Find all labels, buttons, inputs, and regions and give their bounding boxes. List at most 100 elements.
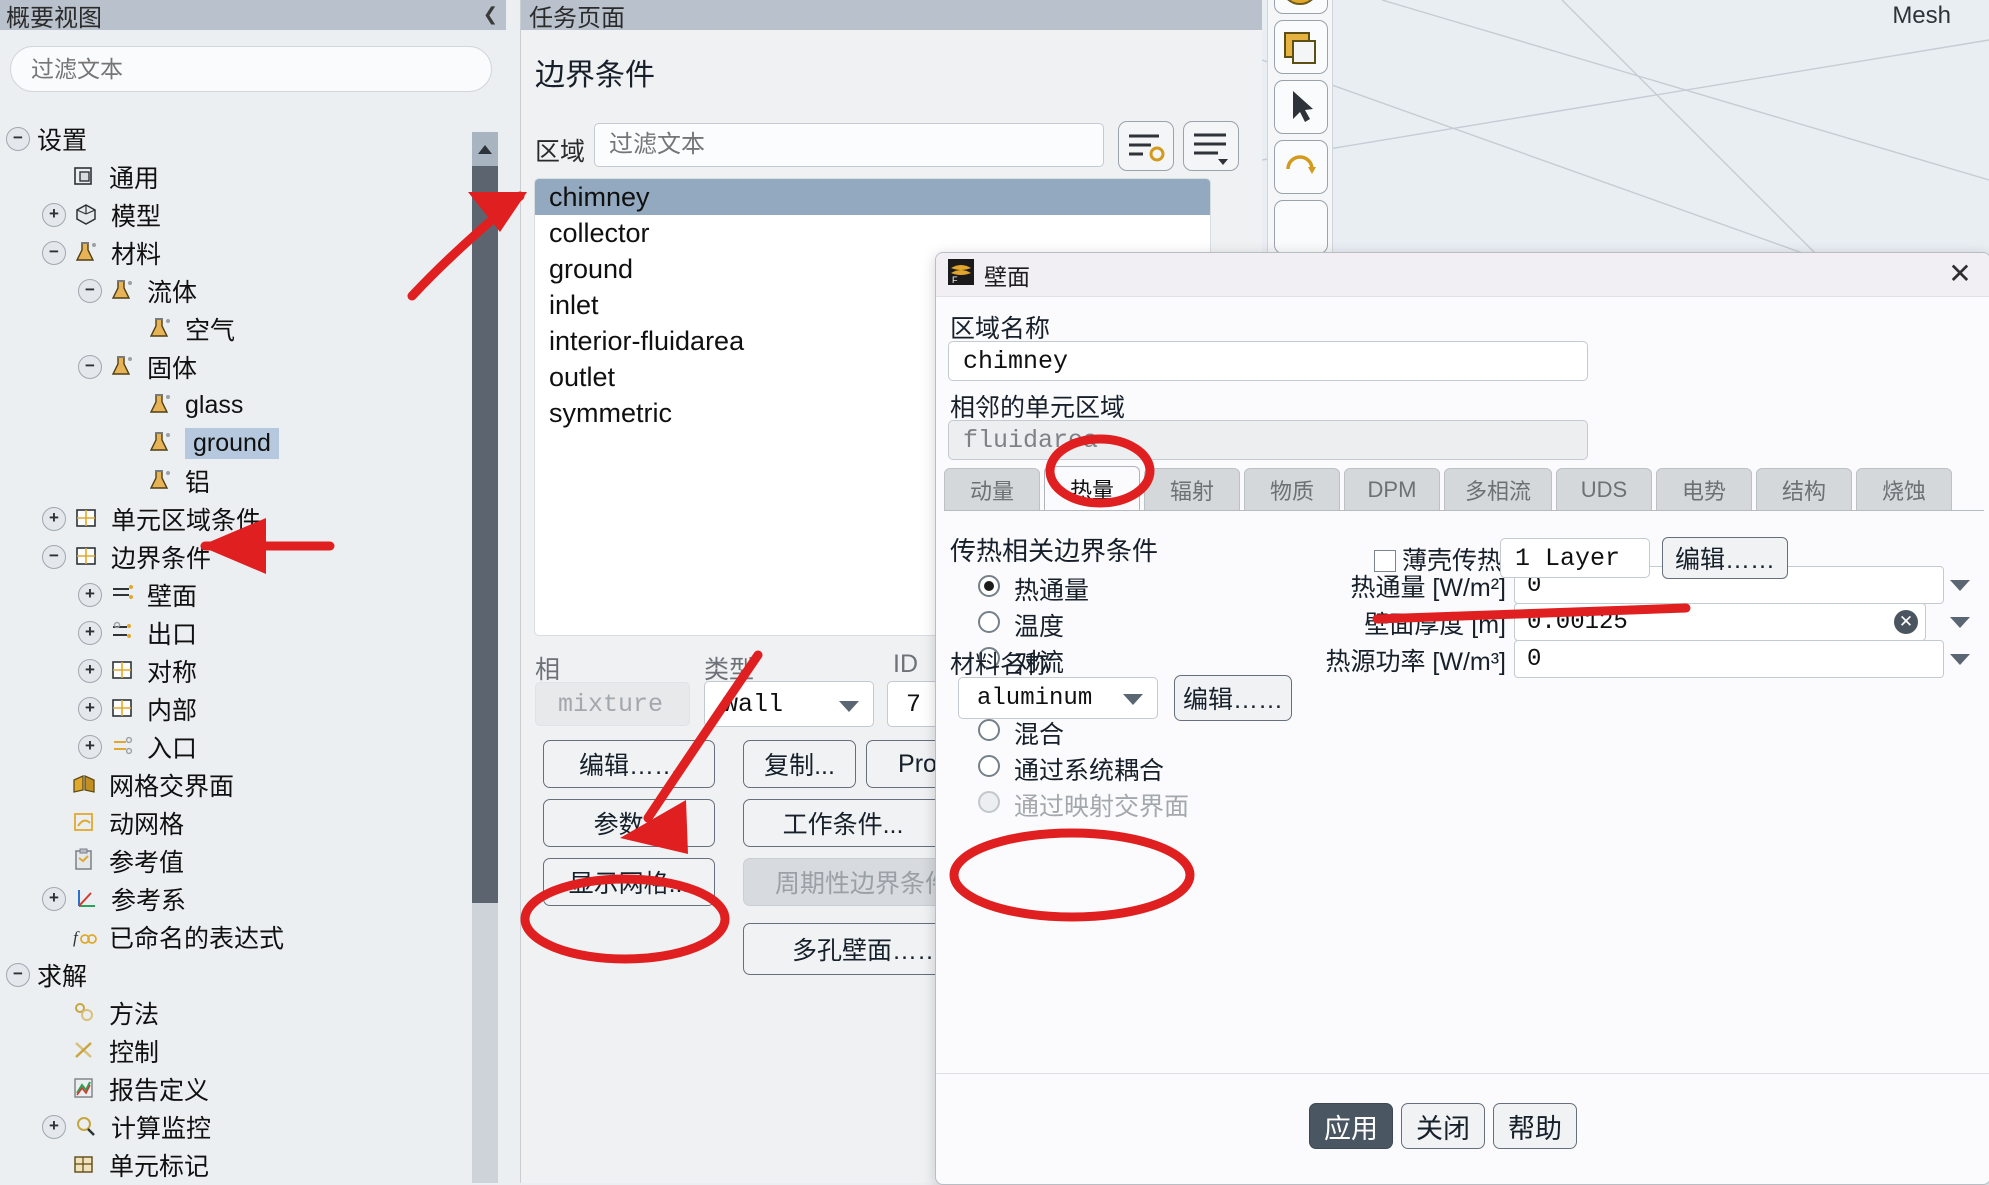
thermal-radio-6 (978, 791, 1000, 813)
collapse-icon[interactable]: − (42, 241, 66, 265)
zone-list-item[interactable]: collector (535, 215, 1210, 251)
expand-icon[interactable]: + (42, 507, 66, 531)
operating-conditions-button[interactable]: 工作条件... (743, 799, 943, 847)
tree-item-20[interactable]: + 参考系 (0, 880, 470, 918)
layer-edit-button[interactable]: 编辑…… (1662, 537, 1788, 579)
collapse-icon[interactable]: − (78, 355, 102, 379)
field-dropdown-icon-2[interactable] (1950, 654, 1970, 665)
tree-item-18[interactable]: 动网格 (0, 804, 470, 842)
collapse-icon[interactable]: − (78, 279, 102, 303)
material-icon (147, 468, 177, 494)
chevron-left-icon[interactable]: ❮ (483, 4, 498, 25)
wall-dialog-tabs[interactable]: 动量 热量 辐射 物质 DPM 多相流 UDS 电势 结构 烧蚀 (944, 466, 1984, 510)
clear-field-icon-1[interactable]: ✕ (1894, 610, 1918, 634)
tree-item-27[interactable]: 单元标记 (0, 1146, 470, 1183)
collapse-icon[interactable]: − (6, 963, 30, 987)
tree-item-25[interactable]: 报告定义 (0, 1070, 470, 1108)
field-input-2[interactable]: 0 (1514, 640, 1944, 678)
tree-item-22[interactable]: − 求解 (0, 956, 470, 994)
tab-0[interactable]: 动量 (944, 468, 1040, 510)
tree-item-3[interactable]: − 材料 (0, 234, 470, 272)
field-dropdown-icon-0[interactable] (1950, 580, 1970, 591)
tree-item-9[interactable]: 铝 (0, 462, 470, 500)
tree-item-10[interactable]: + 单元区域条件 (0, 500, 470, 538)
tree-item-12[interactable]: + 壁面 (0, 576, 470, 614)
tree-item-0[interactable]: − 设置 (0, 120, 470, 158)
close-button[interactable]: 关闭 (1401, 1103, 1485, 1149)
tree-item-15[interactable]: + 内部 (0, 690, 470, 728)
tree-item-1[interactable]: 通用 (0, 158, 470, 196)
collapse-icon[interactable]: − (42, 545, 66, 569)
tab-7[interactable]: 电势 (1656, 468, 1752, 510)
expand-icon[interactable]: + (78, 697, 102, 721)
expand-icon[interactable]: + (78, 583, 102, 607)
edit-button[interactable]: 编辑…… (543, 740, 715, 788)
expand-icon[interactable]: + (78, 659, 102, 683)
colormap-icon[interactable] (1274, 0, 1328, 14)
thermal-radio-1[interactable] (978, 611, 1000, 633)
tab-2[interactable]: 辐射 (1144, 468, 1240, 510)
apply-button[interactable]: 应用 (1309, 1103, 1393, 1149)
outline-scrollbar[interactable] (472, 132, 498, 1183)
material-edit-button[interactable]: 编辑…… (1174, 675, 1292, 721)
expand-icon[interactable]: + (42, 203, 66, 227)
tree-item-11[interactable]: − 边界条件 (0, 538, 470, 576)
tab-9[interactable]: 烧蚀 (1856, 468, 1952, 510)
graphics-vertical-toolbar (1267, 0, 1333, 261)
tree-item-16[interactable]: + 入口 (0, 728, 470, 766)
help-button[interactable]: 帮助 (1493, 1103, 1577, 1149)
expand-icon[interactable]: + (78, 735, 102, 759)
expand-icon[interactable]: + (42, 887, 66, 911)
expand-icon[interactable]: + (78, 621, 102, 645)
layer-count-field[interactable]: 1 Layer (1500, 538, 1650, 578)
tree-item-23[interactable]: 方法 (0, 994, 470, 1032)
field-dropdown-icon-1[interactable] (1950, 617, 1970, 628)
outline-filter-input[interactable] (10, 46, 492, 92)
tab-3[interactable]: 物质 (1244, 468, 1340, 510)
list-sort-icon[interactable] (1118, 121, 1174, 171)
tree-item-4[interactable]: − 流体 (0, 272, 470, 310)
tab-6[interactable]: UDS (1556, 468, 1652, 510)
pointer-icon[interactable] (1274, 80, 1328, 134)
tree-item-13[interactable]: + 出口 (0, 614, 470, 652)
shell-conduction-checkbox[interactable] (1374, 550, 1396, 572)
tree-item-26[interactable]: + 计算监控 (0, 1108, 470, 1146)
expand-icon[interactable]: + (42, 1115, 66, 1139)
tree-item-8[interactable]: ground (0, 424, 470, 462)
tree-item-2[interactable]: + 模型 (0, 196, 470, 234)
field-input-1[interactable]: 0.00125 (1514, 603, 1926, 641)
type-combobox[interactable]: wall (704, 681, 874, 727)
tree-item-17[interactable]: 网格交界面 (0, 766, 470, 804)
tab-1[interactable]: 热量 (1044, 466, 1140, 510)
tree-item-5[interactable]: 空气 (0, 310, 470, 348)
zone-name-input[interactable]: chimney (948, 341, 1588, 381)
parameters-button[interactable]: 参数... (543, 799, 715, 847)
thermal-radio-4[interactable] (978, 719, 1000, 741)
zone-filter-input[interactable] (594, 123, 1104, 167)
wall-dialog-titlebar[interactable]: F 壁面 ✕ (936, 253, 1989, 297)
close-icon[interactable]: ✕ (1946, 260, 1974, 289)
scrollbar-thumb[interactable] (472, 166, 498, 903)
tree-item-19[interactable]: 参考值 (0, 842, 470, 880)
scroll-up-arrow-icon[interactable] (472, 132, 498, 166)
copy-button[interactable]: 复制... (743, 740, 856, 788)
tab-4[interactable]: DPM (1344, 468, 1440, 510)
display-mesh-button[interactable]: 显示网格... (543, 858, 715, 906)
tab-8[interactable]: 结构 (1756, 468, 1852, 510)
thermal-radio-5[interactable] (978, 755, 1000, 777)
tree-item-24[interactable]: 控制 (0, 1032, 470, 1070)
thermal-radio-0[interactable] (978, 575, 1000, 597)
list-options-icon[interactable] (1183, 121, 1239, 171)
tree-item-6[interactable]: − 固体 (0, 348, 470, 386)
tree-item-7[interactable]: glass (0, 386, 470, 424)
tree-item-21[interactable]: f 已命名的表达式 (0, 918, 470, 956)
refresh-icon[interactable] (1274, 140, 1328, 194)
tree-item-label: 边界条件 (111, 545, 212, 573)
copy-view-icon[interactable] (1274, 20, 1328, 74)
zone-list-item[interactable]: chimney (535, 179, 1210, 215)
collapse-icon[interactable]: − (6, 127, 30, 151)
tree-item-14[interactable]: + 对称 (0, 652, 470, 690)
tab-5[interactable]: 多相流 (1444, 468, 1552, 510)
material-name-combobox[interactable]: aluminum (958, 677, 1158, 719)
more-icon[interactable] (1274, 200, 1328, 254)
